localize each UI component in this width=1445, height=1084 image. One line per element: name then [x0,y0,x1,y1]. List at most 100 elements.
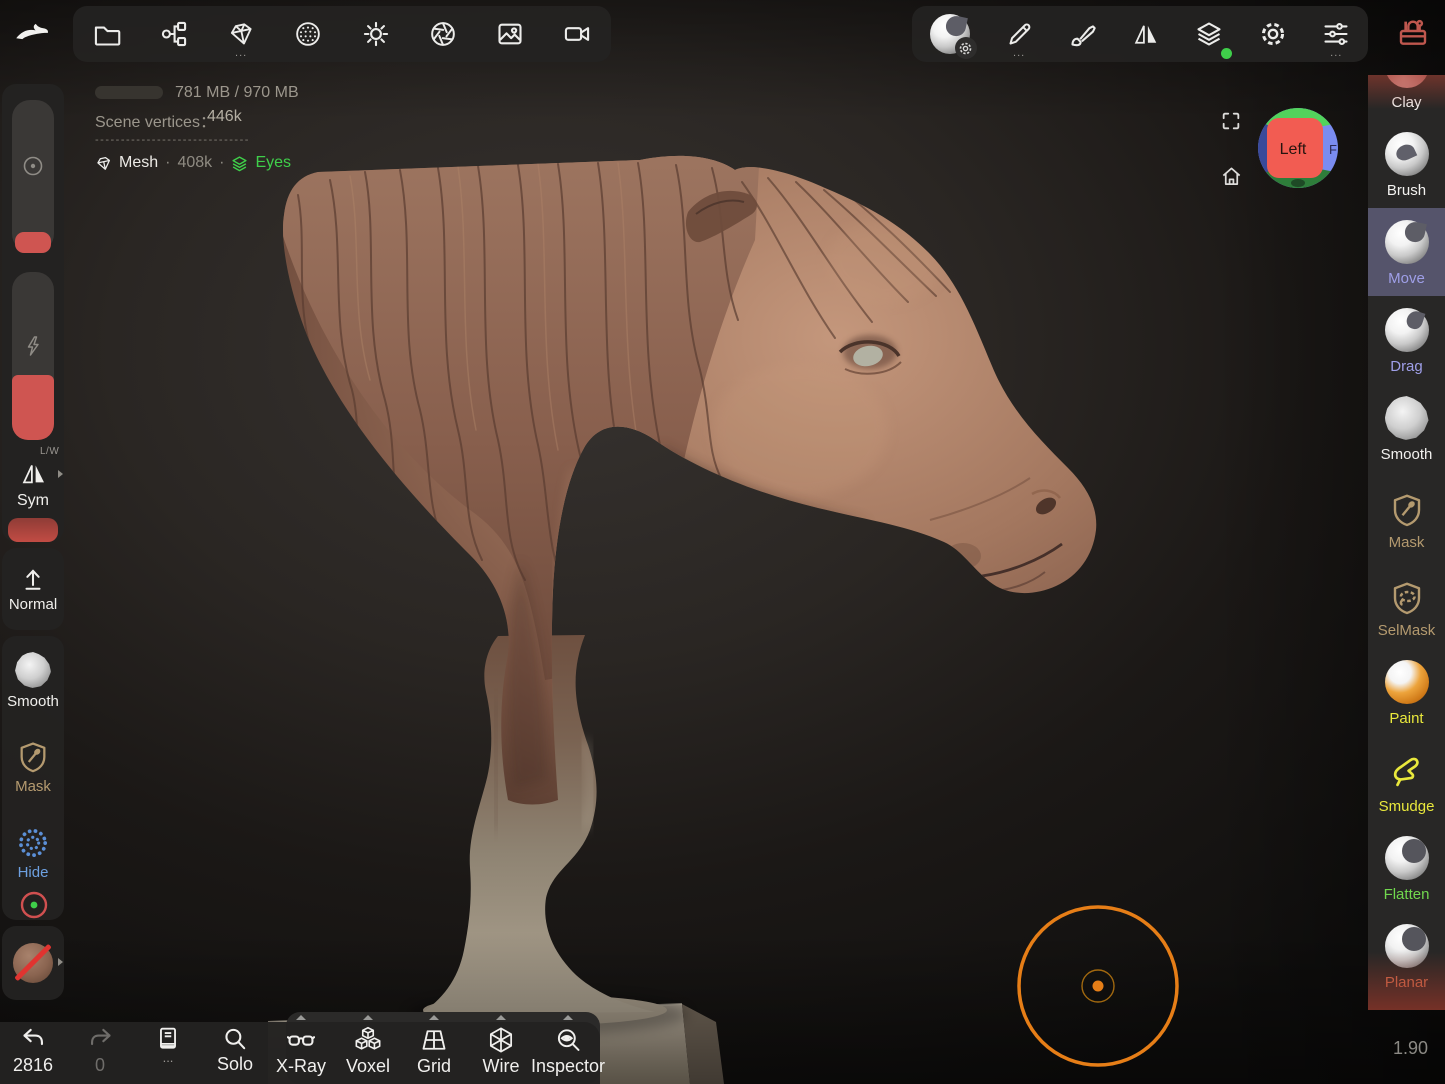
tool-selmask[interactable]: SelMask [1368,560,1445,648]
quick-hide-button[interactable]: Hide [13,818,53,888]
tool-smooth[interactable]: Smooth [1368,384,1445,472]
history-notebook-icon [155,1026,181,1052]
app-logo[interactable] [12,11,52,55]
active-layer-name[interactable]: Eyes [255,154,291,172]
mask-shield-icon [16,740,50,774]
normal-falloff-button[interactable]: Normal [13,556,53,622]
symmetry-toggle[interactable]: L/W Sym [2,444,64,524]
lighting-button[interactable] [356,12,396,56]
tool-paint[interactable]: Paint [1368,648,1445,736]
xray-glasses-icon [287,1026,315,1054]
separator-dot: · [165,154,170,172]
voxel-caret[interactable] [363,1015,373,1020]
inspector-toggle[interactable]: Inspector [536,1026,600,1077]
brush-cursor[interactable] [998,886,1198,1084]
alpha-expand-chevron[interactable] [58,958,63,966]
voxel-label: Voxel [346,1056,390,1077]
fullscreen-icon [1220,110,1242,132]
tool-move[interactable]: Move [1368,208,1445,296]
fullscreen-button[interactable] [1216,106,1246,136]
wire-toggle[interactable]: Wire [469,1026,533,1077]
files-button[interactable] [87,12,127,56]
tool-drag[interactable]: Drag [1368,296,1445,384]
sym-expand-chevron[interactable] [58,470,63,478]
wire-label: Wire [483,1056,520,1077]
tool-label-smudge: Smudge [1379,798,1435,815]
mesh-button[interactable]: ... [221,12,261,56]
xray-toggle[interactable]: X-Ray [269,1026,333,1077]
radius-slider-fill[interactable] [15,232,51,253]
tool-label-planar: Planar [1385,974,1428,991]
arrow-up-icon [20,566,46,592]
intensity-slider-fill[interactable] [12,375,54,440]
camera-button[interactable] [557,12,597,56]
gizmo-tool-icon-clipped[interactable] [19,890,49,920]
sun-icon [362,20,390,48]
tool-list: Clay Brush Move Drag Smooth Mask [1368,75,1445,1010]
solo-toggle[interactable]: Solo [203,1026,267,1075]
tool-mask[interactable]: Mask [1368,472,1445,560]
background-image-button[interactable] [490,12,530,56]
topology-button[interactable] [288,12,328,56]
redo-button[interactable]: 0 [68,1026,132,1076]
orientation-gizmo[interactable]: Left F [1253,102,1345,194]
paintbrush-icon [1069,20,1097,48]
material-button[interactable] [1063,12,1103,56]
intensity-lightning-icon [21,334,45,358]
post-process-button[interactable] [423,12,463,56]
mesh-gem-icon [225,17,258,50]
layers-button[interactable] [1189,12,1229,56]
sym-label: Sym [2,492,64,510]
tool-brush[interactable]: Brush [1368,120,1445,208]
tool-planar[interactable]: Planar [1368,912,1445,1000]
horse-sculpture [270,148,1096,805]
tool-clay[interactable]: Clay [1368,75,1445,120]
brush-settings-gear-icon [955,37,977,59]
home-view-button[interactable] [1216,161,1246,191]
clipped-red-swatch[interactable] [8,518,58,542]
tool-flatten[interactable]: Flatten [1368,824,1445,912]
tool-label-selmask: SelMask [1378,622,1436,639]
settings-button[interactable] [1253,12,1293,56]
radius-slider[interactable] [12,100,54,252]
history-more-dots: ... [163,1054,174,1062]
scene-graph-button[interactable] [154,12,194,56]
interface-button[interactable]: ... [1316,12,1356,56]
symmetry-button[interactable] [1126,12,1166,56]
quick-smooth-button[interactable]: Smooth [13,646,53,716]
grid-caret[interactable] [429,1015,439,1020]
grid-toggle[interactable]: Grid [402,1026,466,1077]
separator-dot: · [219,154,224,172]
history-button[interactable]: ... [136,1026,200,1062]
aperture-icon [429,20,457,48]
xray-caret[interactable] [296,1015,306,1020]
voxel-cubes-icon [354,1026,382,1054]
inspector-caret[interactable] [563,1015,573,1020]
stroke-more-dots: ... [1013,51,1025,55]
home-icon [1220,165,1243,188]
tool-smudge[interactable]: Smudge [1368,736,1445,824]
image-icon [496,20,524,48]
left-quick-tools-panel: Smooth Mask Hide [2,636,64,920]
smooth-rock-icon [15,652,51,688]
voxel-toggle[interactable]: Voxel [336,1026,400,1077]
alpha-none-button[interactable] [13,941,53,985]
scene-graph-icon [160,20,188,48]
smooth-tool-icon [1385,396,1429,440]
solo-magnifier-icon [222,1026,248,1052]
toolbox-button[interactable] [1390,10,1436,56]
divider-dashes: ------------------------------ [95,134,250,146]
quick-mask-button[interactable]: Mask [13,732,53,802]
hide-dotted-icon [16,826,50,860]
mesh-name[interactable]: Mesh [119,154,158,172]
stroke-button[interactable]: ... [999,12,1039,56]
wire-caret[interactable] [496,1015,506,1020]
redo-count: 0 [95,1055,105,1076]
undo-button[interactable]: 2816 [1,1026,65,1076]
nomad-logo-icon [11,12,53,54]
vertices-value: 446k [207,108,242,126]
inspector-label: Inspector [531,1056,605,1077]
brush-preview-button[interactable] [924,12,976,56]
memory-bar [95,86,163,99]
undo-icon [20,1026,47,1053]
